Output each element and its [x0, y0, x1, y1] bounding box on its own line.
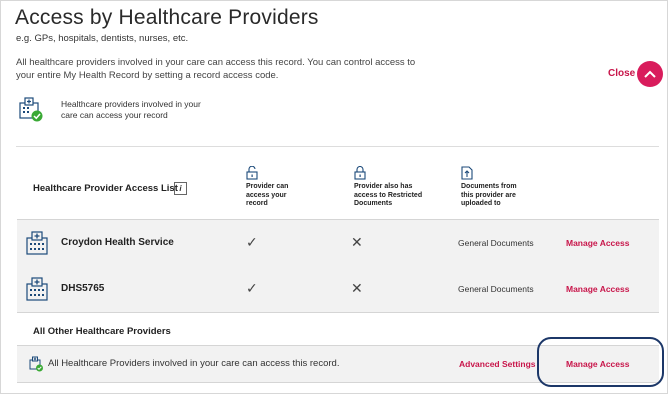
cross-icon: ✕ — [351, 234, 363, 250]
document-upload-icon — [461, 166, 473, 180]
column-header-label: Documents from this provider are uploade… — [461, 183, 517, 207]
summary-text: Healthcare providers involved in your ca… — [61, 99, 201, 120]
access-list-heading: Healthcare Provider Access List — [33, 183, 178, 194]
check-icon: ✓ — [246, 234, 258, 250]
manage-access-link[interactable]: Manage Access — [566, 238, 629, 248]
page-description: All healthcare providers involved in you… — [16, 57, 416, 81]
provider-name: DHS5765 — [61, 283, 105, 294]
page-title: Access by Healthcare Providers — [15, 6, 319, 29]
highlight-outline — [537, 337, 664, 387]
provider-access-granted-icon — [19, 97, 43, 122]
documents-destination: General Documents — [458, 238, 534, 248]
close-label[interactable]: Close — [608, 68, 635, 79]
check-icon: ✓ — [246, 280, 258, 296]
provider-access-granted-icon — [29, 356, 43, 372]
section-divider — [16, 146, 659, 147]
column-header-restricted: Provider also has access to Restricted D… — [354, 166, 434, 209]
other-providers-heading: All Other Healthcare Providers — [33, 326, 171, 337]
documents-destination: General Documents — [458, 284, 534, 294]
page-subtitle: e.g. GPs, hospitals, dentists, nurses, e… — [16, 33, 189, 44]
manage-access-link[interactable]: Manage Access — [566, 284, 629, 294]
hospital-icon — [26, 277, 48, 301]
lock-open-icon — [246, 166, 258, 180]
chevron-up-icon — [644, 70, 656, 78]
hospital-icon — [26, 231, 48, 255]
advanced-settings-link[interactable]: Advanced Settings — [459, 359, 536, 369]
other-providers-text: All Healthcare Providers involved in you… — [48, 358, 340, 369]
provider-row: DHS5765 ✓ ✕ General Documents Manage Acc… — [17, 266, 659, 313]
provider-name: Croydon Health Service — [61, 237, 174, 248]
column-header-label: Provider can access your record — [246, 183, 289, 207]
column-header-documents: Documents from this provider are uploade… — [461, 166, 541, 209]
column-header-label: Provider also has access to Restricted D… — [354, 183, 423, 207]
column-header-can-access: Provider can access your record — [246, 166, 326, 209]
close-button[interactable] — [637, 61, 663, 87]
provider-row: Croydon Health Service ✓ ✕ General Docum… — [17, 219, 659, 267]
lock-icon — [354, 166, 366, 180]
info-icon[interactable]: i — [174, 182, 187, 195]
cross-icon: ✕ — [351, 280, 363, 296]
